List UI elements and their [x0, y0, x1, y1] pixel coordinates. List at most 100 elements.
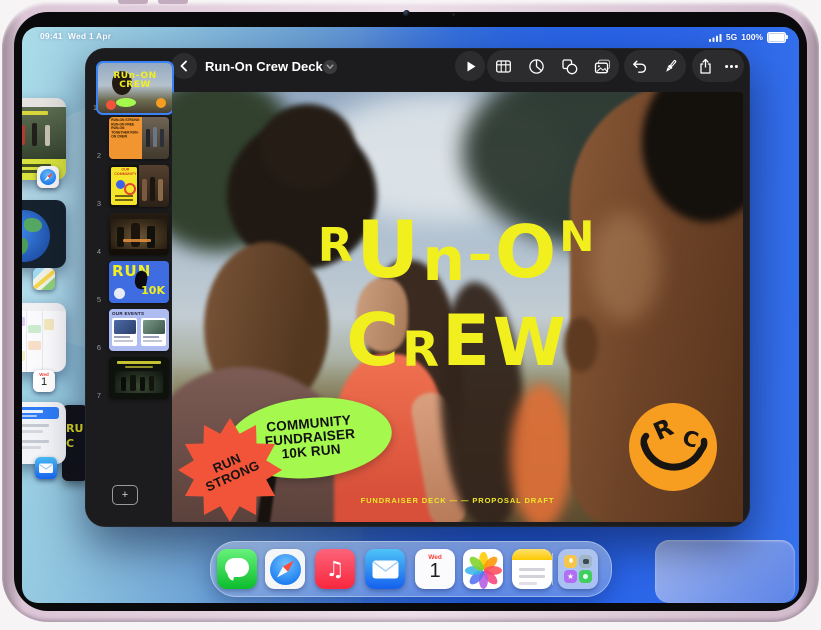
left-runner-hair-puff-top: [260, 104, 355, 189]
slide-thumbnail-3[interactable]: OUR COMMUNITY: [109, 165, 169, 207]
thumb-figure: [146, 129, 150, 147]
status-bar-right: 5G 100%: [709, 32, 786, 43]
mini-bulb: [569, 558, 573, 563]
thumb-text: RUN-ON STRONG RUN-ON FREE RUN-ON TOGETHE…: [109, 117, 142, 139]
thumb-text-smudge: [115, 195, 133, 197]
slide-number: 7: [85, 391, 101, 400]
mic-dot: [452, 13, 455, 16]
maps-mini-icon[interactable]: [33, 268, 55, 290]
app-library-mini: ★: [564, 570, 577, 583]
thumb-card: [112, 318, 137, 346]
chart-icon[interactable]: [528, 58, 545, 75]
mail-row-text: [22, 424, 49, 427]
mail-selected-row: [22, 407, 59, 419]
slide-number: 6: [85, 343, 101, 352]
thumb-photo: [139, 165, 169, 207]
thumb-figure: [160, 129, 164, 147]
community-badge-line3: 10K RUN: [281, 442, 341, 461]
document-title[interactable]: Run-On Crew Deck: [205, 59, 323, 74]
music-note-glyph: ♫: [326, 557, 345, 581]
mail-mini-icon[interactable]: [35, 457, 57, 479]
play-button[interactable]: [455, 51, 485, 81]
wallpaper-gloss-panel: [655, 540, 795, 603]
runner-figure: [32, 123, 37, 146]
dock-notes-icon[interactable]: [512, 549, 552, 589]
dock-mail-icon[interactable]: [365, 549, 405, 589]
slide-thumbnail-7[interactable]: [109, 357, 169, 399]
thumb-star-badge: [106, 100, 116, 110]
calendar-mini-icon[interactable]: Wed 1: [33, 370, 55, 392]
status-bar-left: 09:41 Wed 1 Apr: [40, 31, 111, 41]
title-letter: R: [402, 326, 442, 374]
clock: 09:41: [40, 31, 63, 41]
thumb-card-photo: [114, 320, 136, 334]
envelope-glyph: [35, 457, 57, 479]
undo-icon[interactable]: [631, 58, 648, 75]
globe-landmass: [24, 218, 42, 232]
insert-media-icon[interactable]: [594, 58, 611, 75]
thumb-figure: [153, 127, 157, 147]
notes-line: [519, 568, 545, 571]
more-icon[interactable]: [723, 58, 740, 75]
chevron-left-icon: [178, 59, 190, 73]
thumb-text-smudge: [125, 366, 153, 368]
title-letter: n: [422, 230, 468, 290]
safari-window-toolbar: [22, 98, 66, 107]
dock-music-icon[interactable]: ♫: [315, 549, 355, 589]
safari-mini-icon[interactable]: [37, 166, 59, 188]
thumb-figure: [158, 179, 163, 201]
dock-calendar-icon[interactable]: Wed 1: [415, 549, 455, 589]
safari-headline-smudge: [22, 111, 48, 115]
table-icon[interactable]: [495, 58, 512, 75]
dock-messages-icon[interactable]: [217, 549, 257, 589]
share-toolbar-group: [692, 50, 744, 82]
thumb-shape: [124, 183, 136, 195]
date: Wed 1 Apr: [68, 31, 111, 41]
battery-icon: [767, 32, 786, 43]
thumb-photo: [142, 117, 169, 159]
slide-thumbnail-4[interactable]: [109, 213, 169, 255]
app-library-mini: [579, 555, 592, 568]
back-button[interactable]: [171, 53, 197, 79]
recent-app-calendar-window[interactable]: [22, 303, 66, 372]
slide-thumbnail-1-selected[interactable]: RUn–ON CREW: [96, 61, 174, 115]
slide-thumbnail-6[interactable]: OUR EVENTS: [109, 309, 169, 351]
share-icon[interactable]: [697, 58, 714, 75]
ipad-hero-shot: 09:41 Wed 1 Apr 5G 100%: [0, 0, 821, 630]
slide-thumbnail-2[interactable]: RUN-ON STRONG RUN-ON FREE RUN-ON TOGETHE…: [109, 117, 169, 159]
calendar-gridline: [42, 311, 43, 372]
add-slide-button[interactable]: +: [112, 485, 138, 505]
dock-photos-icon[interactable]: [463, 549, 503, 589]
ipad-screen: 09:41 Wed 1 Apr 5G 100%: [22, 27, 799, 603]
rc-smiley-badge: R C: [628, 402, 718, 492]
play-icon: [462, 58, 479, 75]
dock-app-library-icon[interactable]: ★: [558, 549, 598, 589]
plus-icon: +: [122, 489, 128, 501]
title-menu-button[interactable]: [323, 60, 337, 74]
network-label: 5G: [726, 32, 737, 42]
mini-camera: [583, 559, 589, 564]
thumb-figure: [117, 227, 124, 247]
thumb-figure: [147, 226, 155, 248]
volume-down-button: [158, 0, 188, 4]
slide-title-line2: CREW: [172, 290, 743, 376]
thumb-text-smudge: [117, 361, 161, 364]
calendar-mini-day: 1: [33, 377, 55, 388]
recent-app-mail-window[interactable]: [22, 402, 66, 464]
thumb-figure: [150, 177, 155, 201]
thumb-figure: [130, 375, 136, 391]
dock-safari-icon[interactable]: [265, 549, 305, 589]
calendar-day: 1: [415, 561, 455, 581]
battery-percent: 100%: [741, 32, 763, 42]
slide-thumbnail-5[interactable]: RUN 10K: [109, 261, 169, 303]
thumb-rc-badge: [156, 98, 166, 108]
thumb-figure: [121, 377, 126, 391]
notes-header: [512, 549, 552, 560]
format-brush-icon[interactable]: [662, 58, 679, 75]
thumb-text-smudge: [115, 199, 133, 201]
shapes-icon[interactable]: [561, 58, 578, 75]
thumb-figure: [142, 179, 147, 201]
slide-canvas[interactable]: RUn–ON CREW COMMUNITY FUNDRAISER 10K RUN…: [172, 92, 743, 522]
title-letter: R: [318, 222, 356, 268]
recent-app-maps-window[interactable]: [22, 200, 66, 268]
